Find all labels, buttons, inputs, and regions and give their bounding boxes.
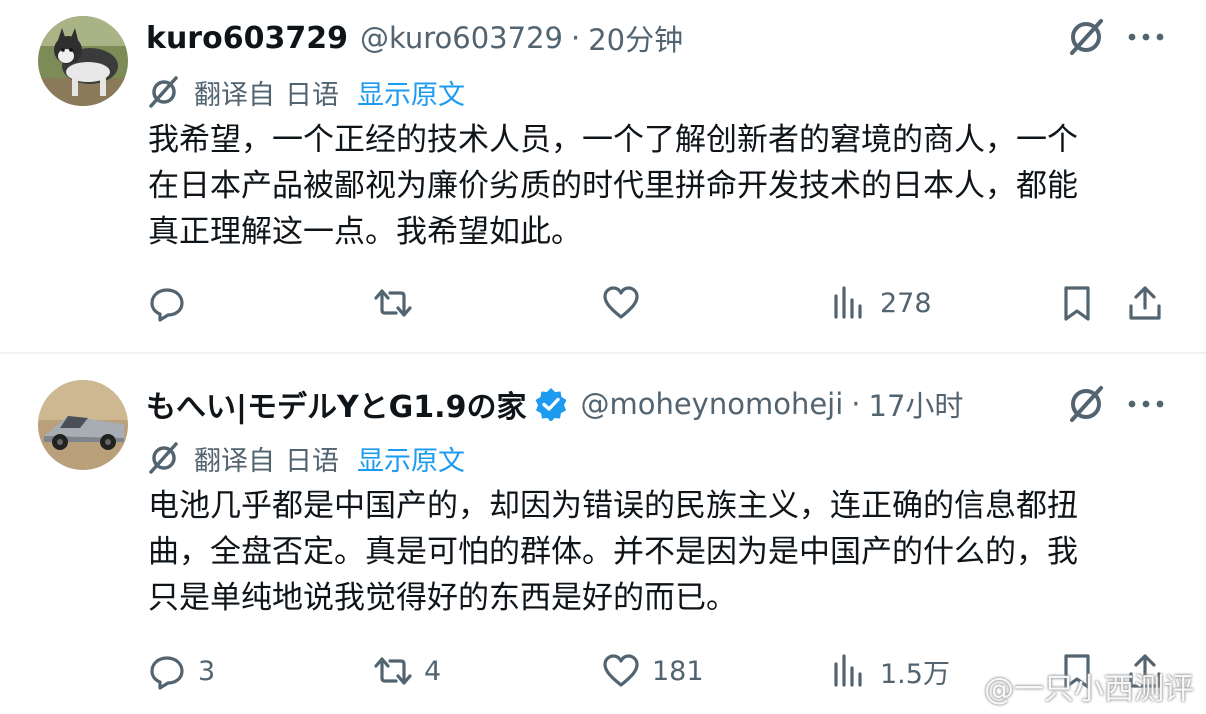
post-text-line: 在日本产品被鄙视为廉价劣质的时代里拼命开发技术的日本人，都能	[148, 168, 1078, 204]
repost-button[interactable]: 4	[374, 646, 441, 696]
views-chart-icon	[834, 286, 862, 319]
like-count: 181	[652, 655, 704, 687]
translated-from-label: 翻译自	[194, 445, 275, 477]
husky-dog-avatar	[38, 16, 128, 106]
grok-icon[interactable]	[1064, 382, 1108, 426]
views-button[interactable]: 278	[830, 278, 932, 328]
views-chart-icon	[834, 654, 862, 687]
display-name[interactable]: kuro603729	[146, 21, 348, 56]
source-language: 日语	[285, 79, 339, 111]
post-text: 电池几乎都是中国产的，却因为错误的民族主义，连正确的信息都扭 曲，全盘否定。真是…	[148, 483, 1158, 621]
post-text: 我希望，一个正经的技术人员，一个了解创新者的窘境的商人，一个 在日本产品被鄙视为…	[148, 117, 1158, 255]
source-language: 日语	[285, 445, 339, 477]
grok-icon[interactable]	[1064, 15, 1108, 59]
separator-dot: ·	[570, 21, 581, 55]
more-options-icon[interactable]	[1124, 394, 1168, 414]
like-button[interactable]	[602, 278, 652, 328]
timestamp[interactable]: 20分钟	[588, 17, 683, 59]
views-count: 278	[880, 287, 932, 319]
weibo-watermark: @一只小西测评	[984, 672, 1194, 707]
bookmark-button[interactable]	[1058, 278, 1096, 328]
heart-icon	[603, 286, 639, 319]
post-1[interactable]: kuro603729 @kuro603729 · 20分钟 翻译自 日语 显示原…	[0, 0, 1206, 352]
translated-from-label: 翻译自	[194, 79, 275, 111]
timestamp[interactable]: 17小时	[869, 383, 964, 425]
translate-icon	[149, 442, 178, 474]
avatar[interactable]	[38, 16, 128, 106]
repost-button[interactable]	[374, 278, 424, 328]
translate-icon	[149, 76, 178, 108]
views-count: 1.5万	[880, 658, 950, 690]
show-original-link[interactable]: 显示原文	[357, 439, 465, 478]
post-text-line: 曲，全盘否定。真是可怕的群体。并不是因为是中国产的什么的，我	[148, 534, 1078, 570]
views-button[interactable]: 1.5万	[830, 646, 950, 696]
like-button[interactable]: 181	[602, 646, 704, 696]
translation-row: 翻译自 日语 显示原文	[146, 436, 465, 480]
translation-row: 翻译自 日语 显示原文	[146, 70, 465, 114]
post-text-line: 只是单纯地说我觉得好的东西是好的而已。	[148, 580, 737, 616]
reply-button[interactable]: 3	[148, 646, 215, 696]
show-original-link[interactable]: 显示原文	[357, 73, 465, 112]
avatar[interactable]	[38, 380, 128, 470]
reply-icon	[150, 288, 184, 322]
cybertruck-avatar	[38, 380, 128, 470]
repost-count: 4	[424, 655, 442, 687]
repost-icon	[374, 657, 412, 685]
user-handle[interactable]: @kuro603729	[360, 21, 563, 55]
separator-dot: ·	[851, 387, 861, 421]
post-2[interactable]: もへい|モデルYとG1.9の家 @moheynomoheji · 17小时 翻译…	[0, 356, 1206, 714]
post-divider	[0, 352, 1206, 354]
bookmark-icon	[1064, 286, 1090, 321]
post-text-line: 我希望，一个正经的技术人员，一个了解创新者的窘境的商人，一个	[148, 122, 1078, 158]
reply-count: 3	[198, 655, 216, 687]
display-name[interactable]: もへい|モデルYとG1.9の家	[146, 382, 526, 426]
user-handle[interactable]: @moheynomoheji	[580, 387, 843, 421]
verified-badge-icon	[535, 388, 567, 421]
repost-icon	[374, 289, 412, 317]
post-text-line: 电池几乎都是中国产的，却因为错误的民族主义，连正确的信息都扭	[148, 488, 1078, 524]
share-icon	[1129, 286, 1161, 320]
action-bar: 278	[0, 278, 1206, 328]
share-button[interactable]	[1126, 278, 1164, 328]
reply-icon	[150, 656, 184, 690]
post-header: もへい|モデルYとG1.9の家 @moheynomoheji · 17小时	[146, 381, 1086, 427]
more-options-icon[interactable]	[1124, 27, 1168, 47]
heart-icon	[603, 654, 639, 687]
post-text-line: 真正理解这一点。我希望如此。	[148, 214, 582, 250]
post-header: kuro603729 @kuro603729 · 20分钟	[146, 15, 1066, 61]
reply-button[interactable]	[148, 278, 198, 328]
